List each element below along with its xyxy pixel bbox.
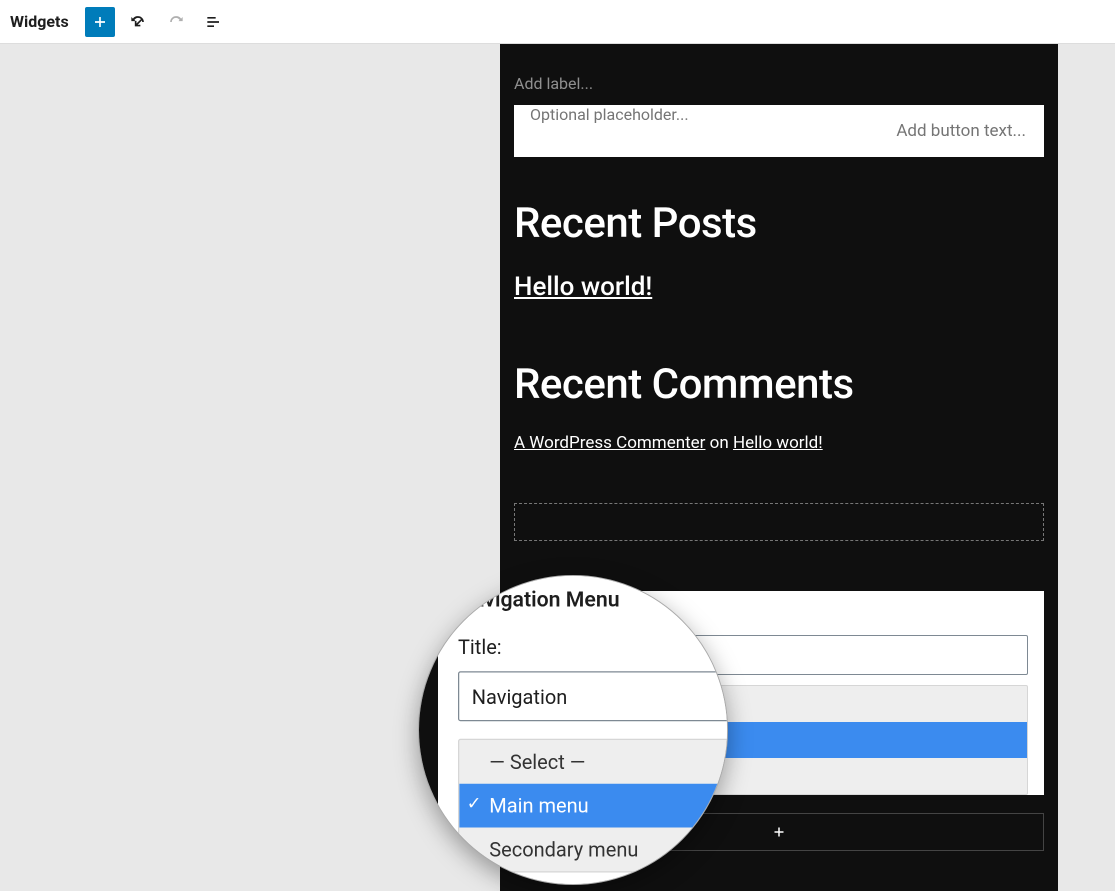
comment-connector: on	[705, 433, 733, 453]
toolbar: Widgets	[0, 0, 1115, 44]
navigation-menu-widget[interactable]: Title: — Select — Main menu Secondary me…	[514, 591, 1044, 795]
search-label-placeholder[interactable]: Add label...	[514, 74, 1044, 93]
undo-icon	[128, 12, 148, 32]
recent-posts-heading: Recent Posts	[514, 199, 1044, 248]
list-view-button[interactable]	[199, 7, 229, 37]
widget-area-footer: Add label... Optional placeholder... Add…	[500, 44, 1058, 891]
comment-post-link[interactable]: Hello world!	[733, 433, 823, 453]
option-main-menu[interactable]: Main menu	[531, 722, 1027, 758]
option-secondary-menu[interactable]: Secondary menu	[531, 758, 1027, 794]
editor-canvas: Add label... Optional placeholder... Add…	[0, 44, 1115, 891]
plus-icon	[90, 12, 110, 32]
redo-icon	[166, 12, 186, 32]
comment-author-link[interactable]: A WordPress Commenter	[514, 433, 705, 453]
recent-comments-heading: Recent Comments	[514, 360, 1044, 409]
comment-item: A WordPress Commenter on Hello world!	[514, 433, 1044, 453]
recent-posts-block[interactable]: Recent Posts Hello world!	[500, 169, 1058, 312]
search-row: Optional placeholder... Add button text.…	[514, 105, 1044, 157]
list-view-icon	[204, 12, 224, 32]
add-block-button[interactable]	[85, 7, 115, 37]
page-title: Widgets	[10, 12, 69, 31]
post-link[interactable]: Hello world!	[514, 272, 652, 302]
recent-comments-block[interactable]: Recent Comments A WordPress Commenter on…	[500, 312, 1058, 463]
search-button-text[interactable]: Add button text...	[878, 105, 1044, 157]
redo-button[interactable]	[161, 7, 191, 37]
nav-title-input[interactable]	[530, 635, 1028, 675]
plus-icon	[770, 823, 788, 841]
option-placeholder[interactable]: — Select —	[531, 686, 1027, 722]
block-drop-zone[interactable]	[514, 503, 1044, 541]
block-appender[interactable]	[514, 813, 1044, 851]
undo-button[interactable]	[123, 7, 153, 37]
nav-title-label: Title:	[530, 607, 1028, 627]
search-block[interactable]: Add label... Optional placeholder... Add…	[500, 44, 1058, 169]
nav-menu-select[interactable]: — Select — Main menu Secondary menu	[530, 685, 1028, 795]
search-input[interactable]: Optional placeholder...	[514, 105, 878, 157]
